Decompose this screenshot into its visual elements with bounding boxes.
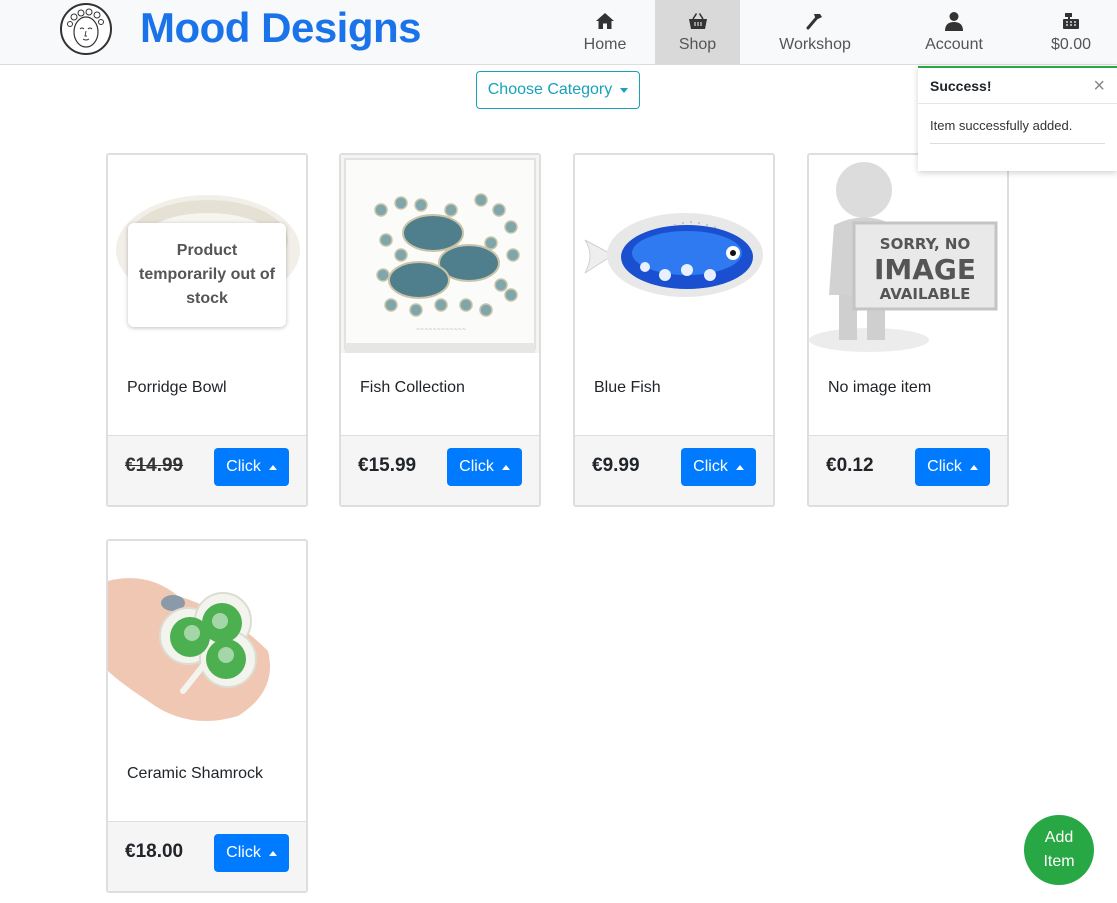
basket-icon — [688, 10, 708, 32]
placeholder-line2: IMAGE — [874, 253, 976, 286]
toast-divider — [930, 143, 1105, 144]
add-item-label-line2: Item — [1043, 853, 1075, 870]
placeholder-line1: SORRY, NO — [880, 235, 970, 253]
close-icon[interactable]: × — [1093, 76, 1105, 96]
nav-shop[interactable]: Shop — [655, 0, 740, 64]
caret-up-icon — [969, 464, 978, 470]
brand-title-part1: Mood — [140, 4, 250, 51]
card-footer: €14.99 Click — [108, 435, 306, 505]
nav-cart-label: $0.00 — [1050, 36, 1092, 53]
no-image-placeholder: SORRY, NO IMAGE AVAILABLE — [809, 155, 1007, 353]
product-title[interactable]: No image item — [828, 379, 931, 397]
card-footer: €15.99 Click — [341, 435, 539, 505]
product-card-ceramic-shamrock: Ceramic Shamrock €18.00 Click — [106, 539, 308, 893]
logo-icon[interactable] — [60, 3, 112, 55]
brand-title[interactable]: Mood Designs — [140, 4, 422, 52]
click-button[interactable]: Click — [214, 834, 289, 872]
click-button-label: Click — [226, 844, 261, 861]
product-card-no-image-item: SORRY, NO IMAGE AVAILABLE No image item … — [807, 153, 1009, 507]
fish-collection-image: ~~~~~~~~~~~~ — [341, 155, 539, 353]
product-title[interactable]: Ceramic Shamrock — [127, 765, 263, 783]
caret-up-icon — [268, 464, 277, 470]
nav-account[interactable]: Account — [915, 0, 993, 64]
porridge-bowl-image: Product temporarily out of stock — [108, 155, 306, 353]
navbar: Mood Designs Home Shop Workshop Account … — [0, 0, 1117, 65]
brand-title-part2: Designs — [261, 4, 422, 51]
out-of-stock-overlay: Product temporarily out of stock — [128, 223, 286, 327]
product-card-porridge-bowl: Product temporarily out of stock Porridg… — [106, 153, 308, 507]
success-toast: Success! × Item successfully added. — [918, 66, 1117, 171]
click-button[interactable]: Click — [915, 448, 990, 486]
caret-up-icon — [735, 464, 744, 470]
click-button-label: Click — [459, 458, 494, 475]
product-card-blue-fish: Blue Fish €9.99 Click — [573, 153, 775, 507]
product-card-fish-collection: ~~~~~~~~~~~~ Fish Collection €15.99 Clic… — [339, 153, 541, 507]
nav-account-label: Account — [925, 36, 983, 53]
product-title[interactable]: Blue Fish — [594, 379, 661, 397]
product-price: €9.99 — [592, 455, 640, 476]
product-price: €18.00 — [125, 841, 184, 862]
caret-up-icon — [501, 464, 510, 470]
ceramic-shamrock-image — [108, 541, 306, 739]
toast-header: Success! × — [918, 68, 1117, 104]
nav-shop-label: Shop — [678, 36, 717, 53]
caret-down-icon — [620, 87, 629, 93]
card-footer: €9.99 Click — [575, 435, 773, 505]
toast-message: Item successfully added. — [930, 118, 1073, 133]
choose-category-label: Choose Category — [487, 81, 613, 98]
blue-fish-image — [575, 155, 773, 353]
click-button-label: Click — [927, 458, 962, 475]
click-button-label: Click — [693, 458, 728, 475]
click-button[interactable]: Click — [214, 448, 289, 486]
click-button[interactable]: Click — [447, 448, 522, 486]
click-button[interactable]: Click — [681, 448, 756, 486]
caret-up-icon — [268, 850, 277, 856]
product-price: €14.99 — [125, 455, 184, 476]
nav-home[interactable]: Home — [570, 0, 640, 64]
add-item-label-line1: Add — [1044, 829, 1074, 846]
cash-register-icon — [1062, 10, 1080, 32]
click-button-label: Click — [226, 458, 261, 475]
toast-title: Success! — [930, 77, 992, 94]
product-title[interactable]: Porridge Bowl — [127, 379, 227, 397]
card-footer: €0.12 Click — [809, 435, 1007, 505]
product-title[interactable]: Fish Collection — [360, 379, 465, 397]
card-footer: €18.00 Click — [108, 821, 306, 891]
product-price: €0.12 — [826, 455, 874, 476]
product-price: €15.99 — [358, 455, 417, 476]
choose-category-button[interactable]: Choose Category — [476, 71, 640, 109]
home-icon — [595, 10, 615, 32]
placeholder-line3: AVAILABLE — [880, 285, 971, 303]
user-icon — [944, 10, 964, 32]
nav-workshop-label: Workshop — [779, 36, 851, 53]
nav-cart[interactable]: $0.00 — [1040, 0, 1102, 64]
hammer-icon — [805, 10, 825, 32]
svg-text:~~~~~~~~~~~~: ~~~~~~~~~~~~ — [416, 327, 466, 333]
add-item-button[interactable]: Add Item — [1024, 815, 1094, 885]
nav-workshop[interactable]: Workshop — [770, 0, 860, 64]
nav-home-label: Home — [583, 36, 627, 53]
